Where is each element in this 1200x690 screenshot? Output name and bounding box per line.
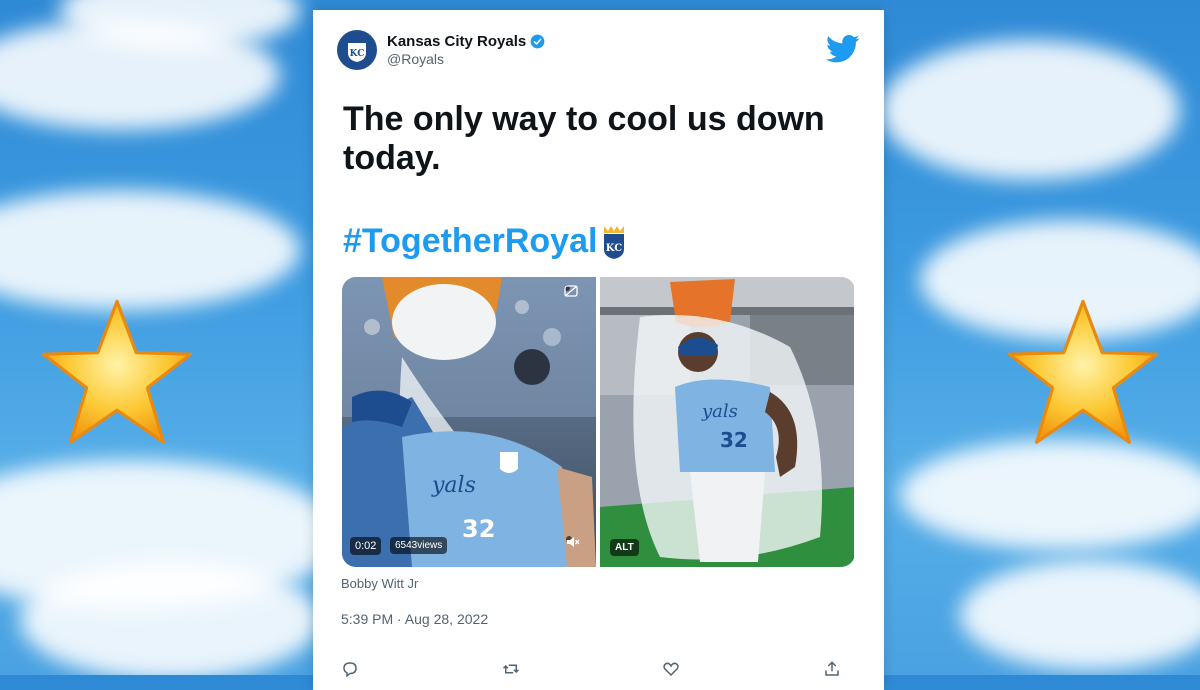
tweet-text: The only way to cool us down today. — [343, 100, 825, 177]
tweet-card: KC Kansas City Royals @Royals The only w… — [313, 10, 884, 690]
tweet-media: yals 32 0:02 6543views yals 32 ALT — [342, 277, 855, 567]
svg-text:yals: yals — [431, 473, 476, 498]
avatar[interactable]: KC — [337, 30, 377, 70]
kc-logo-icon: KC — [348, 43, 366, 62]
star-icon — [1007, 299, 1159, 444]
svg-text:32: 32 — [720, 428, 748, 452]
video-views: 6543views — [390, 537, 448, 554]
media-caption: Bobby Witt Jr — [341, 576, 419, 591]
video-time: 0:02 — [350, 537, 382, 555]
hashtag-link[interactable]: #TogetherRoyal — [343, 222, 597, 261]
svg-text:yals: yals — [701, 401, 738, 422]
verified-icon — [530, 34, 545, 49]
svg-text:32: 32 — [462, 515, 495, 543]
photo-thumbnail[interactable]: yals 32 ALT — [600, 277, 854, 567]
svg-text:KC: KC — [606, 243, 622, 254]
svg-text:KC: KC — [350, 49, 365, 59]
like-icon[interactable] — [662, 660, 680, 678]
share-icon[interactable] — [823, 660, 841, 678]
tweet-actions — [341, 660, 841, 678]
star-icon — [41, 299, 193, 444]
reply-icon[interactable] — [341, 660, 359, 678]
twitter-logo-icon[interactable] — [826, 34, 860, 64]
kc-badge-icon: KC — [604, 225, 625, 259]
captions-off-icon[interactable] — [564, 285, 578, 297]
video-thumbnail[interactable]: yals 32 0:02 6543views — [342, 277, 596, 567]
account-handle[interactable]: @Royals — [387, 51, 545, 67]
alt-badge[interactable]: ALT — [610, 539, 639, 556]
muted-icon[interactable] — [566, 536, 580, 547]
account-name[interactable]: Kansas City Royals — [387, 33, 526, 50]
retweet-icon[interactable] — [502, 660, 520, 678]
tweet-header: KC Kansas City Royals @Royals — [337, 30, 545, 70]
tweet-timestamp[interactable]: 5:39 PM · Aug 28, 2022 — [341, 611, 488, 627]
